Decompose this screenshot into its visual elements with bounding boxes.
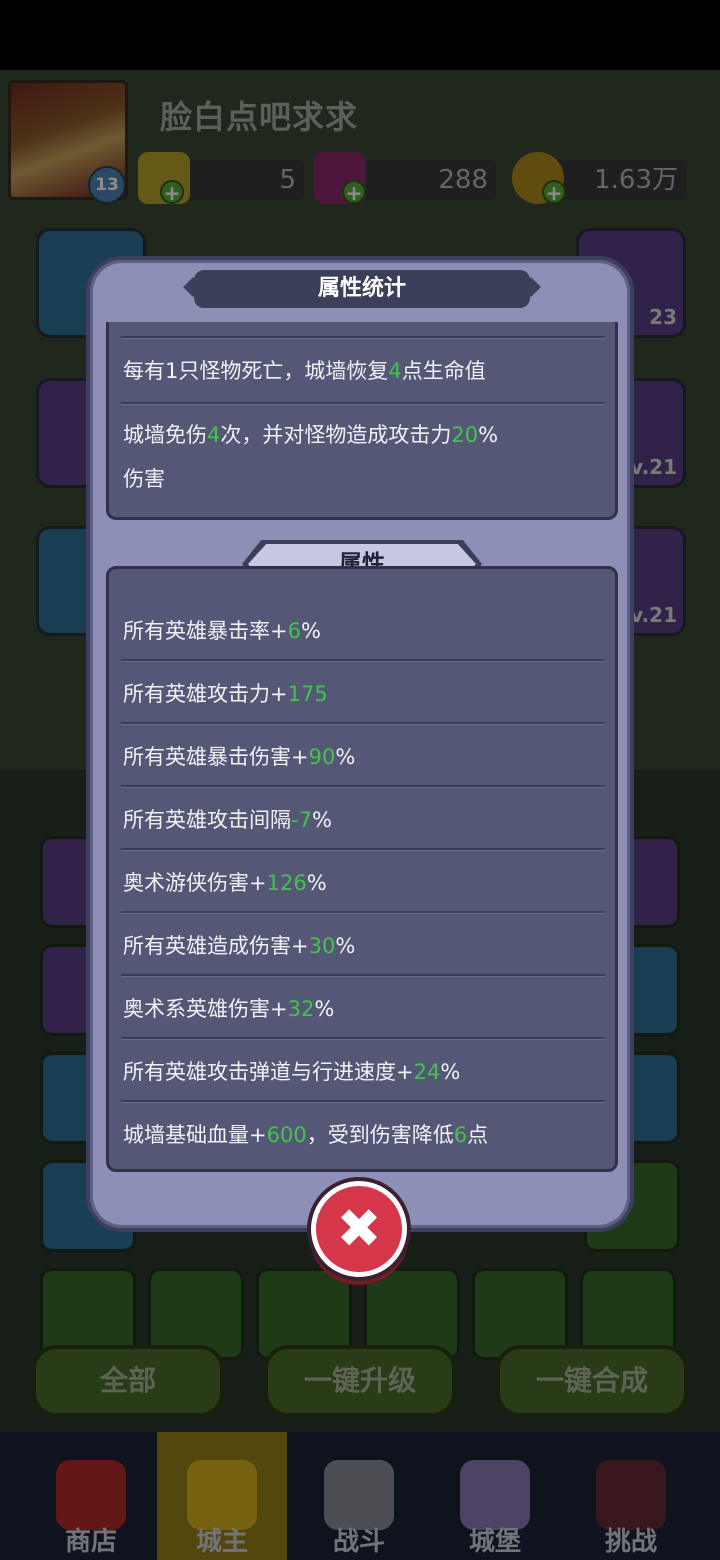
divider — [121, 402, 605, 405]
effect-text: 每有1只怪物死亡，城墙恢复 — [123, 359, 389, 383]
attribute-value: 6 — [287, 619, 301, 643]
attribute-text: 奥术系英雄伤害+ — [123, 997, 288, 1021]
attribute-row: 奥术游侠伤害+126% — [123, 862, 605, 904]
attribute-text: 所有英雄暴击伤害+ — [123, 745, 309, 769]
divider — [121, 785, 605, 788]
attribute-text: % — [335, 934, 356, 958]
attribute-value: 600 — [266, 1123, 307, 1147]
divider — [121, 1100, 605, 1103]
divider — [121, 659, 605, 662]
dialog-title-bar: 属性统计 — [194, 270, 530, 308]
close-button[interactable]: ✖ — [311, 1181, 407, 1277]
attribute-stats-dialog: 属性统计 每有1只怪物死亡，城墙恢复4点生命值 城墙免伤4次，并对怪物造成攻击力… — [86, 256, 634, 1232]
attribute-row: 城墙基础血量+600，受到伤害降低6点 — [123, 1114, 605, 1156]
attribute-row: 奥术系英雄伤害+32% — [123, 988, 605, 1030]
effect-text: 伤害 — [123, 467, 165, 491]
attribute-row: 所有英雄暴击率+6% — [123, 610, 605, 652]
attribute-row: 所有英雄暴击伤害+90% — [123, 736, 605, 778]
attribute-text: % — [314, 997, 335, 1021]
effect-row: 每有1只怪物死亡，城墙恢复4点生命值 — [123, 350, 605, 392]
effect-row-continued: 伤害 — [123, 458, 605, 500]
attribute-text: % — [335, 745, 356, 769]
divider — [121, 848, 605, 851]
attribute-text: % — [300, 619, 321, 643]
divider — [121, 722, 605, 725]
attribute-text: 奥术游侠伤害+ — [123, 871, 267, 895]
attribute-text: 所有英雄攻击力+ — [123, 682, 288, 706]
attribute-text: % — [311, 808, 332, 832]
attribute-text: 所有英雄攻击间隔 — [123, 808, 291, 832]
effect-text: 城墙免伤 — [123, 423, 207, 447]
close-x-icon: ✖ — [336, 1197, 382, 1260]
attribute-text: ，受到伤害降低 — [306, 1123, 454, 1147]
effect-row: 城墙免伤4次，并对怪物造成攻击力20% — [123, 414, 605, 456]
attribute-row: 所有英雄攻击间隔-7% — [123, 799, 605, 841]
attribute-value: 6 — [453, 1123, 468, 1147]
attribute-text: 所有英雄攻击弹道与行进速度+ — [123, 1060, 414, 1084]
attribute-text: % — [440, 1060, 461, 1084]
attribute-value: 126 — [266, 871, 307, 895]
attribute-text: 所有英雄暴击率+ — [123, 619, 288, 643]
attribute-value: 32 — [287, 997, 315, 1021]
divider — [121, 974, 605, 977]
effect-text: 次，并对怪物造成攻击力 — [220, 423, 452, 447]
attribute-value: 30 — [308, 934, 336, 958]
attribute-text: % — [306, 871, 327, 895]
attribute-value: 90 — [308, 745, 336, 769]
attribute-value: -7 — [291, 808, 312, 832]
effect-value: 20 — [451, 423, 479, 447]
attribute-text: 城墙基础血量+ — [123, 1123, 267, 1147]
attribute-value: 24 — [413, 1060, 441, 1084]
attribute-value: 175 — [287, 682, 328, 706]
divider — [121, 911, 605, 914]
divider — [121, 1037, 605, 1040]
attributes-panel[interactable]: 所有英雄暴击率+6% 所有英雄攻击力+175 所有英雄暴击伤害+90% 所有英雄… — [106, 566, 618, 1172]
attribute-row: 所有英雄攻击弹道与行进速度+24% — [123, 1051, 605, 1093]
attribute-row: 所有英雄造成伤害+30% — [123, 925, 605, 967]
status-bar — [0, 0, 720, 70]
effects-panel[interactable]: 每有1只怪物死亡，城墙恢复4点生命值 城墙免伤4次，并对怪物造成攻击力20% 伤… — [106, 322, 618, 520]
attribute-text: 点 — [467, 1123, 489, 1147]
effect-value: 4 — [207, 423, 221, 447]
effect-text: 点生命值 — [401, 359, 486, 383]
divider — [121, 336, 605, 339]
effect-value: 4 — [388, 359, 402, 383]
attribute-text: 所有英雄造成伤害+ — [123, 934, 309, 958]
effect-text: % — [478, 423, 499, 447]
dialog-title: 属性统计 — [317, 276, 406, 301]
attribute-row: 所有英雄攻击力+175 — [123, 673, 605, 715]
